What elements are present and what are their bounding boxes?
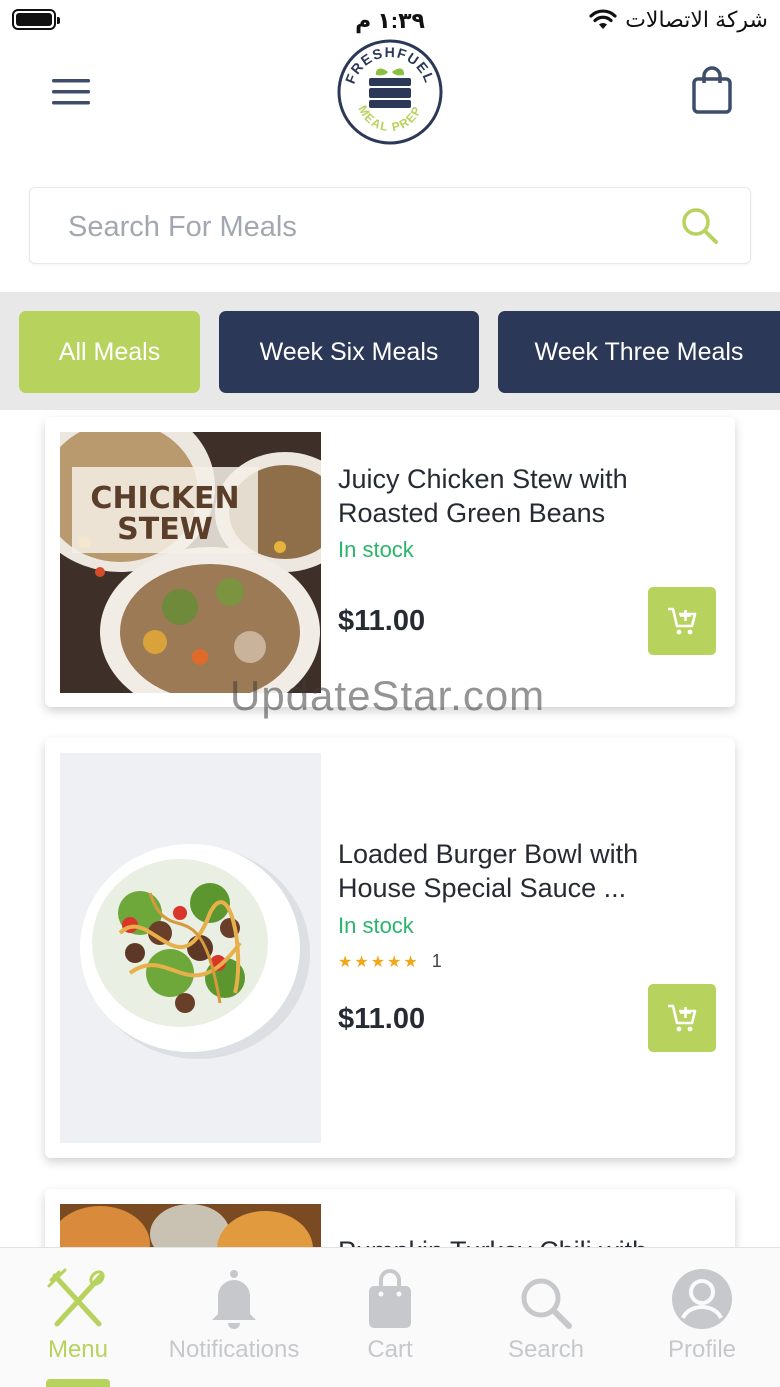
- nav-cart[interactable]: Cart: [312, 1266, 468, 1366]
- freshfuel-logo: FRESHFUEL MEAL PREP: [337, 39, 443, 145]
- add-to-cart-button[interactable]: [648, 587, 716, 655]
- product-price: $11.00: [338, 1003, 426, 1035]
- wifi-icon: [589, 9, 617, 29]
- search-bar: [29, 187, 751, 264]
- add-to-cart-button[interactable]: [648, 984, 716, 1052]
- product-card[interactable]: Loaded Burger Bowl with House Special Sa…: [45, 738, 735, 1158]
- nav-profile[interactable]: Profile: [624, 1266, 780, 1366]
- add-to-cart-icon: [668, 607, 697, 635]
- carrier-info: شركة الاتصالات: [589, 7, 768, 33]
- nav-label: Profile: [667, 1336, 737, 1363]
- product-price: $11.00: [338, 605, 426, 637]
- search-icon: [521, 1278, 572, 1329]
- nav-search[interactable]: Search: [468, 1266, 624, 1366]
- carrier-name: شركة الاتصالات: [625, 7, 768, 32]
- stock-status: In stock: [338, 913, 414, 938]
- tab-week-six-meals[interactable]: Week Six Meals: [219, 311, 479, 393]
- category-tabs: All Meals Week Six Meals Week Three Meal…: [0, 292, 780, 410]
- nav-menu[interactable]: Menu: [0, 1266, 156, 1366]
- product-image[interactable]: CHICKEN STEW: [60, 432, 321, 693]
- rating-count: 1: [431, 951, 442, 971]
- product-card[interactable]: CHICKEN STEW Juicy Chicken Stew with Roa…: [45, 417, 735, 707]
- product-image[interactable]: [60, 753, 321, 1143]
- image-label-line-2: STEW: [117, 512, 213, 547]
- shopping-bag-icon[interactable]: [690, 66, 734, 116]
- tab-all-meals[interactable]: All Meals: [19, 311, 200, 393]
- nav-label: Notifications: [168, 1336, 300, 1363]
- active-tab-indicator: [46, 1379, 110, 1387]
- watermark: UpdateStar.com: [230, 672, 546, 719]
- bottom-navigation: Menu Notifications Cart Search Profile: [0, 1247, 780, 1387]
- product-title[interactable]: Juicy Chicken Stew with Roasted Green Be…: [338, 462, 708, 530]
- rating-stars: ★★★★★ 1: [338, 951, 442, 972]
- status-bar: ١:٣٩ م شركة الاتصالات: [0, 0, 780, 40]
- bell-icon: [212, 1270, 256, 1329]
- add-to-cart-icon: [668, 1004, 697, 1032]
- tab-week-three-meals[interactable]: Week Three Meals: [498, 311, 780, 393]
- star-icons: ★★★★★: [338, 953, 420, 971]
- user-icon: [672, 1269, 732, 1329]
- image-label-line-1: CHICKEN: [90, 481, 239, 516]
- search-icon[interactable]: [680, 206, 720, 246]
- nav-label: Cart: [367, 1336, 413, 1363]
- fork-knife-icon: [47, 1268, 105, 1327]
- stock-status: In stock: [338, 537, 414, 562]
- nav-label: Search: [507, 1336, 585, 1363]
- nav-notifications[interactable]: Notifications: [156, 1266, 312, 1366]
- nav-label: Menu: [47, 1336, 109, 1363]
- shopping-bag-icon: [369, 1269, 411, 1328]
- search-input[interactable]: [68, 206, 658, 248]
- hamburger-menu-icon[interactable]: [50, 76, 92, 108]
- product-title[interactable]: Loaded Burger Bowl with House Special Sa…: [338, 837, 708, 905]
